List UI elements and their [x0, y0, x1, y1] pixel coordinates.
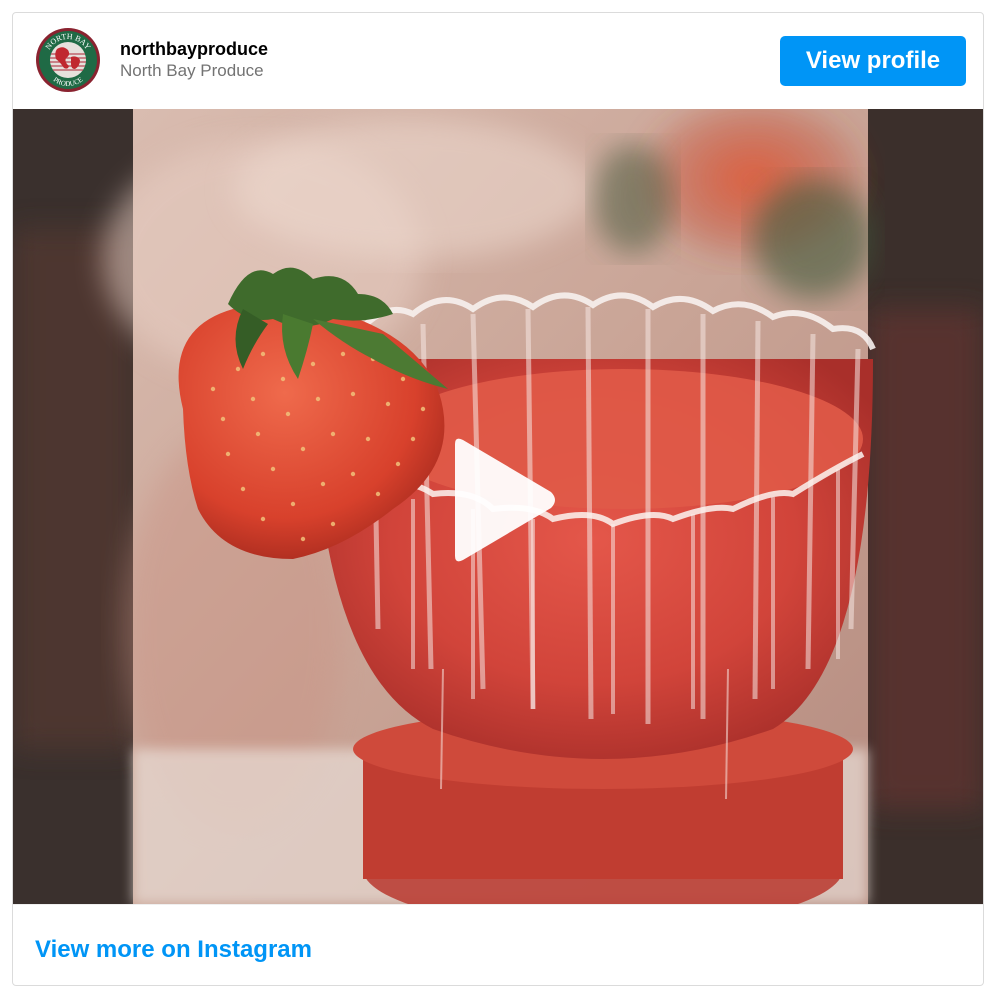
north-bay-produce-logo-icon: NORTH BAY PRODUCE	[36, 28, 100, 92]
instagram-embed-card: NORTH BAY PRODUCE northbayproduce North …	[12, 12, 984, 986]
post-media-video[interactable]	[13, 109, 983, 904]
play-icon[interactable]	[445, 436, 557, 564]
post-footer: View more on Instagram	[13, 904, 983, 985]
post-header: NORTH BAY PRODUCE northbayproduce North …	[13, 13, 983, 109]
profile-avatar[interactable]: NORTH BAY PRODUCE	[35, 27, 101, 93]
view-more-on-instagram-link[interactable]: View more on Instagram	[35, 936, 312, 964]
view-profile-button[interactable]: View profile	[780, 36, 966, 86]
profile-names: northbayproduce North Bay Produce	[120, 38, 268, 82]
full-name: North Bay Produce	[120, 61, 264, 80]
username-link[interactable]: northbayproduce	[120, 38, 268, 60]
